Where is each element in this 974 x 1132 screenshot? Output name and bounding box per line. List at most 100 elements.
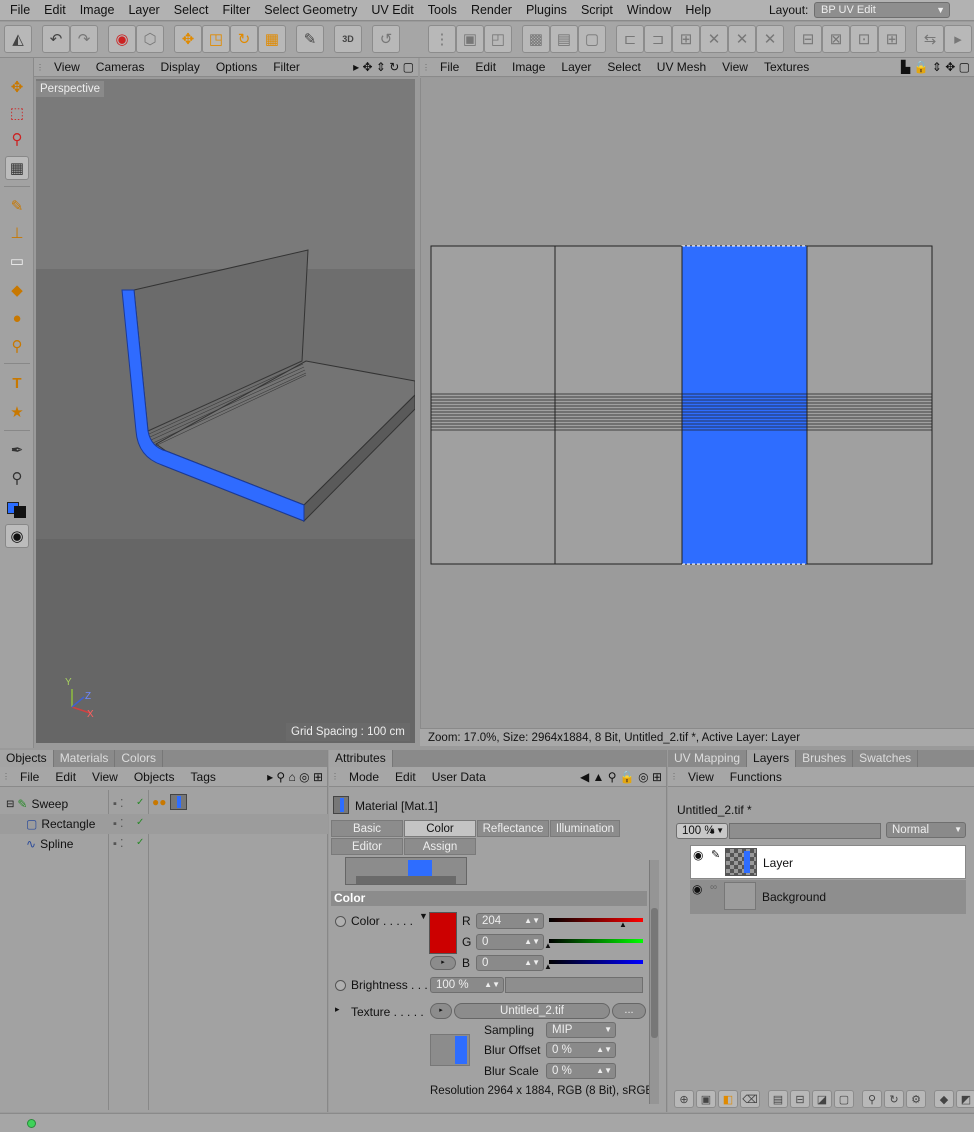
uv-edges-button[interactable]: ◰ (484, 25, 512, 53)
paint-brush-button[interactable]: ✎ (296, 25, 324, 53)
menu-uv-edit[interactable]: UV Edit (364, 3, 420, 17)
record-icon[interactable]: ◉ (5, 524, 29, 548)
layers-menu-view[interactable]: View (680, 770, 722, 784)
tree-item-spline[interactable]: ∿ Spline (26, 834, 73, 854)
attributes-menu-icons[interactable]: ◀ ▲ ⚲ 🔒 ◎ ⊞ (580, 770, 666, 784)
g-slider[interactable] (549, 939, 643, 943)
overflow-button[interactable]: ▸ (944, 25, 972, 53)
menu-select-geometry[interactable]: Select Geometry (257, 3, 364, 17)
b-input[interactable]: 0 ▲▼ (476, 955, 544, 971)
blur-drop-icon[interactable]: ● (5, 306, 29, 330)
viewport-menu-display[interactable]: Display (152, 60, 207, 74)
menu-help[interactable]: Help (678, 3, 718, 17)
magic-wand-icon[interactable]: ⚲ (5, 127, 29, 151)
b-slider-handle[interactable]: ▲ (544, 962, 552, 971)
merge-down-button[interactable]: ⊟ (790, 1090, 810, 1108)
menu-image[interactable]: Image (73, 3, 122, 17)
eraser-icon[interactable]: ▭ (5, 249, 29, 273)
eye-icon[interactable]: ◉ (693, 848, 703, 862)
zoom-icon[interactable]: ⚲ (5, 466, 29, 490)
checkmark-icon[interactable]: ✓ (136, 837, 144, 848)
text-tool-icon[interactable]: T (5, 371, 29, 395)
menu-edit[interactable]: Edit (37, 3, 73, 17)
fit-uv-button[interactable]: ⊟ (794, 25, 822, 53)
checkmark-icon[interactable]: ✓ (136, 797, 144, 808)
viewport-menu-options[interactable]: Options (208, 60, 265, 74)
attributes-scrollbar[interactable] (649, 860, 659, 1104)
menu-script[interactable]: Script (574, 3, 620, 17)
objects-menu-objects[interactable]: Objects (126, 770, 183, 784)
blur-scale-input[interactable]: 0 % ▲▼ (546, 1063, 616, 1079)
mask-button[interactable]: ◪ (812, 1090, 832, 1108)
merge-button[interactable]: ▤ (768, 1090, 788, 1108)
tab-brushes[interactable]: Brushes (796, 750, 854, 767)
uv-menu-layer[interactable]: Layer (553, 60, 599, 74)
color-animate-radio[interactable] (335, 916, 346, 927)
uv-menu-uv-mesh[interactable]: UV Mesh (649, 60, 714, 74)
menu-select[interactable]: Select (167, 3, 216, 17)
visibility-dots[interactable]: ▪ ⁚ (113, 837, 123, 850)
new-layer-button[interactable]: ⊕ (674, 1090, 694, 1108)
brightness-slider[interactable] (505, 977, 643, 993)
color-swatch[interactable] (429, 912, 457, 954)
objects-menu-tags[interactable]: Tags (183, 770, 224, 784)
brightness-input[interactable]: 100 % ▲▼ (430, 977, 504, 993)
fill-button[interactable]: ◆ (934, 1090, 954, 1108)
refresh-button[interactable]: ↻ (884, 1090, 904, 1108)
spinner-icon[interactable]: ▲▼ (524, 914, 540, 928)
projection-button[interactable]: ↺ (372, 25, 400, 53)
texture-menu-button[interactable]: ▸ (430, 1003, 452, 1019)
phong-tag-icon[interactable]: ●● (152, 795, 167, 809)
checkmark-icon[interactable]: ✓ (136, 817, 144, 828)
uv-menu-textures[interactable]: Textures (756, 60, 817, 74)
layer-button[interactable]: ▤ (550, 25, 578, 53)
tab-colors[interactable]: Colors (115, 750, 164, 767)
spinner-icon[interactable]: ▲▼ (524, 935, 540, 949)
g-slider-handle[interactable]: ▲ (544, 941, 552, 950)
paint-3d-button[interactable]: 3D (334, 25, 362, 53)
perspective-viewport[interactable] (36, 79, 415, 743)
color-dropdown-icon[interactable]: ▼ (419, 911, 428, 921)
pack-uv-button[interactable]: ⊡ (850, 25, 878, 53)
spinner-icon[interactable]: ▲▼ (708, 824, 724, 838)
menu-layer[interactable]: Layer (121, 3, 166, 17)
shape-star-icon[interactable]: ★ (5, 400, 29, 424)
uv-nav-icons[interactable]: ▙ 🔒 ⇕ ✥ ▢ (901, 60, 974, 74)
collapse-icon[interactable]: ⊟ (6, 799, 14, 810)
objects-menu-icons[interactable]: ▸ ⚲ ⌂ ◎ ⊞ (267, 770, 327, 784)
segment-illumination[interactable]: Illumination (550, 820, 620, 837)
eyedropper-icon[interactable]: ✒ (5, 438, 29, 462)
r-slider-handle[interactable]: ▲ (619, 920, 627, 929)
visibility-dots[interactable]: ▪ ⁚ (113, 817, 123, 830)
objects-menu-view[interactable]: View (84, 770, 126, 784)
bake-button[interactable]: ◩ (956, 1090, 974, 1108)
align-right-button[interactable]: ⊐ (644, 25, 672, 53)
tree-item-sweep[interactable]: ⊟ ✎ Sweep (6, 794, 68, 814)
brightness-animate-radio[interactable] (335, 980, 346, 991)
segment-color[interactable]: Color (404, 820, 476, 837)
clear-button[interactable]: ▢ (834, 1090, 854, 1108)
align-left-button[interactable]: ⊏ (616, 25, 644, 53)
tab-uv-mapping[interactable]: UV Mapping (668, 750, 748, 767)
tab-swatches[interactable]: Swatches (853, 750, 919, 767)
r-slider[interactable] (549, 918, 643, 922)
layer-row-background[interactable]: ◉ ∞ Background (690, 880, 966, 914)
texture-tool-button[interactable]: ▦ (258, 25, 286, 53)
r-input[interactable]: 204 ▲▼ (476, 913, 544, 929)
viewport-menu-filter[interactable]: Filter (265, 60, 308, 74)
layer-opacity-slider[interactable] (729, 823, 881, 839)
spinner-icon[interactable]: ▲▼ (596, 1043, 612, 1057)
checker-icon[interactable]: ▦ (5, 156, 29, 180)
uv-menu-view[interactable]: View (714, 60, 756, 74)
mirror-v-button[interactable]: ✕ (728, 25, 756, 53)
uv-menu-file[interactable]: File (432, 60, 467, 74)
spinner-icon[interactable]: ▲▼ (524, 956, 540, 970)
color-expand-button[interactable]: ▸ (430, 956, 456, 970)
settings-button[interactable]: ⚙ (906, 1090, 926, 1108)
texture-view-button[interactable]: ▩ (522, 25, 550, 53)
lock-icon[interactable]: ∞ (710, 882, 717, 893)
texture-thumbnail[interactable] (430, 1034, 470, 1066)
uv-polygons-button[interactable]: ▣ (456, 25, 484, 53)
texture-browse-button[interactable]: ... (612, 1003, 646, 1019)
eye-icon[interactable]: ◉ (692, 882, 702, 896)
